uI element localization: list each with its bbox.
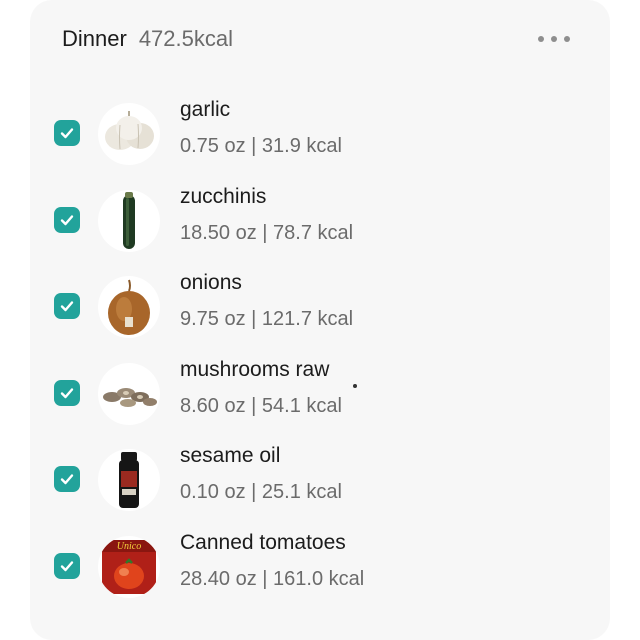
meal-total-kcal: 472.5kcal — [138, 26, 233, 51]
checkmark-icon — [60, 215, 74, 226]
checkmark-icon — [60, 128, 74, 139]
item-name: garlic — [180, 98, 231, 121]
food-item-garlic[interactable]: garlic 0.75 oz | 31.9 kcal — [30, 92, 610, 178]
mushrooms-image — [98, 363, 160, 425]
item-name: sesame oil — [180, 444, 281, 467]
item-name: Canned tomatoes — [180, 531, 346, 554]
garlic-image — [98, 103, 160, 165]
item-amount-calories: 0.75 oz | 31.9 kcal — [180, 135, 342, 157]
item-checkbox[interactable] — [54, 120, 80, 146]
item-amount-calories: 9.75 oz | 121.7 kcal — [180, 308, 354, 330]
item-amount-calories: 0.10 oz | 25.1 kcal — [180, 481, 342, 503]
item-amount-calories: 18.50 oz | 78.7 kcal — [180, 222, 354, 244]
unico-logo: Unico — [117, 541, 141, 552]
food-item-mushrooms-raw[interactable]: mushrooms raw 8.60 oz | 54.1 kcal — [30, 352, 610, 438]
item-checkbox[interactable] — [54, 293, 80, 319]
item-name: zucchinis — [180, 185, 267, 208]
checkmark-icon — [60, 474, 74, 485]
item-checkbox[interactable] — [54, 207, 80, 233]
item-checkbox[interactable] — [54, 466, 80, 492]
checkmark-icon — [60, 301, 74, 312]
dinner-meal-card: Dinner 472.5kcal garlic 0.75 oz | 31.9 k… — [30, 0, 610, 640]
meal-header: Dinner 472.5kcal — [62, 26, 233, 56]
checkmark-icon — [60, 388, 74, 399]
zucchini-image — [98, 190, 160, 252]
food-item-sesame-oil[interactable]: sesame oil 0.10 oz | 25.1 kcal — [30, 438, 610, 524]
item-name: mushrooms raw — [180, 358, 330, 381]
food-item-onions[interactable]: onions 9.75 oz | 121.7 kcal — [30, 265, 610, 351]
item-checkbox[interactable] — [54, 553, 80, 579]
meal-title: Dinner — [62, 26, 127, 51]
sesame-oil-bottle-image — [98, 449, 160, 511]
cursor-dot — [353, 384, 357, 388]
more-options-icon[interactable] — [538, 34, 570, 44]
food-item-zucchinis[interactable]: zucchinis 18.50 oz | 78.7 kcal — [30, 179, 610, 265]
item-amount-calories: 28.40 oz | 161.0 kcal — [180, 568, 365, 590]
item-name: onions — [180, 271, 242, 294]
food-item-canned-tomatoes[interactable]: Unico Canned tomatoes 28.40 oz | 161.0 k… — [30, 525, 610, 611]
item-checkbox[interactable] — [54, 380, 80, 406]
checkmark-icon — [60, 561, 74, 572]
onion-image — [98, 276, 160, 338]
item-amount-calories: 8.60 oz | 54.1 kcal — [180, 395, 342, 417]
canned-tomatoes-image: Unico — [98, 536, 160, 598]
